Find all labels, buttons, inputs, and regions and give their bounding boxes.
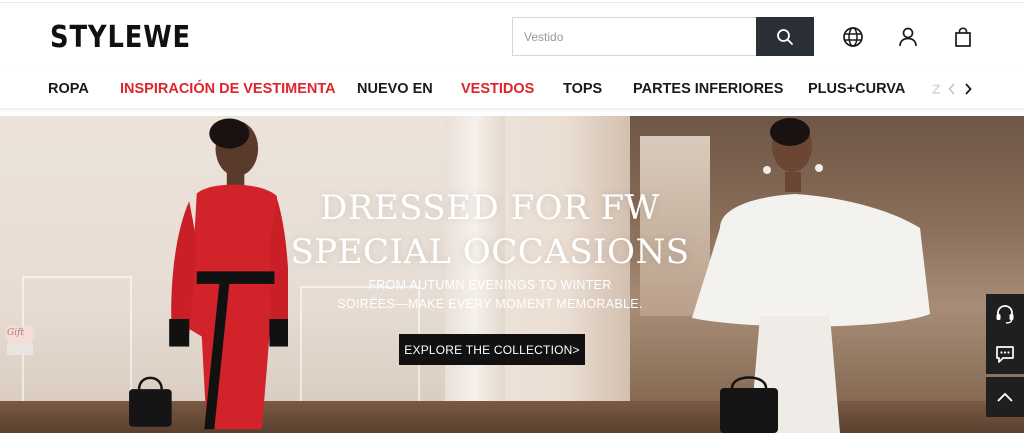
hero-title-line-2: SPECIAL OCCASIONS [290, 232, 690, 272]
nav-scroll-right[interactable] [960, 79, 976, 99]
site-header: STYLEWE [0, 0, 1024, 70]
cart-button[interactable] [950, 24, 976, 50]
header-top-divider [0, 2, 1024, 3]
hero-subtitle-line-2: SOIRÉES—MAKE EVERY MOMENT MEMORABLE. [337, 297, 643, 311]
nav-item-ropa[interactable]: ROPA [48, 81, 89, 97]
language-button[interactable] [840, 24, 866, 50]
main-nav: ROPA INSPIRACIÓN DE VESTIMENTA NUEVO EN … [0, 70, 1024, 108]
search-input[interactable] [513, 18, 756, 55]
nav-item-vestidos[interactable]: VESTIDOS [461, 81, 534, 97]
search-box [512, 17, 756, 56]
chevron-up-icon [997, 392, 1013, 402]
model-red-dress-image [129, 118, 288, 430]
nav-scroll-left[interactable] [944, 79, 960, 99]
nav-item-tops[interactable]: TOPS [563, 81, 602, 97]
hero-title: DRESSED FOR FW SPECIAL OCCASIONS [290, 186, 690, 274]
globe-icon [843, 27, 863, 47]
chevron-left-icon [948, 83, 955, 95]
wall-panel [22, 276, 132, 416]
search-icon [777, 28, 793, 45]
hero-subtitle-line-1: FROM AUTUMN EVENINGS TO WINTER [368, 278, 612, 292]
bag-icon [955, 27, 971, 47]
model-white-dress-image [692, 118, 930, 433]
user-icon [899, 27, 917, 47]
hero-subtitle: FROM AUTUMN EVENINGS TO WINTER SOIRÉES—M… [330, 276, 650, 314]
nav-item-partes-inferiores[interactable]: PARTES INFERIORES [633, 81, 783, 97]
hero-pillar [445, 116, 505, 433]
account-button[interactable] [895, 24, 921, 50]
headset-icon [996, 305, 1014, 324]
explore-collection-button[interactable]: EXPLORE THE COLLECTION> [399, 334, 585, 365]
chat-icon [996, 346, 1014, 363]
hero-title-line-1: DRESSED FOR FW [320, 188, 660, 228]
site-logo[interactable]: STYLEWE [50, 20, 191, 55]
nav-item-nuevo-en[interactable]: NUEVO EN [357, 81, 433, 97]
nav-item-plus-curva[interactable]: PLUS+CURVA [808, 81, 905, 97]
chevron-right-icon [965, 83, 972, 95]
hero-banner[interactable]: Gift [0, 116, 1024, 433]
back-to-top-button[interactable] [986, 377, 1024, 417]
chat-button[interactable] [986, 334, 1024, 374]
search-button[interactable] [756, 17, 814, 56]
gift-label: Gift [7, 328, 25, 338]
customer-service-button[interactable] [986, 294, 1024, 334]
nav-item-inspiracion[interactable]: INSPIRACIÓN DE VESTIMENTA [120, 81, 336, 97]
